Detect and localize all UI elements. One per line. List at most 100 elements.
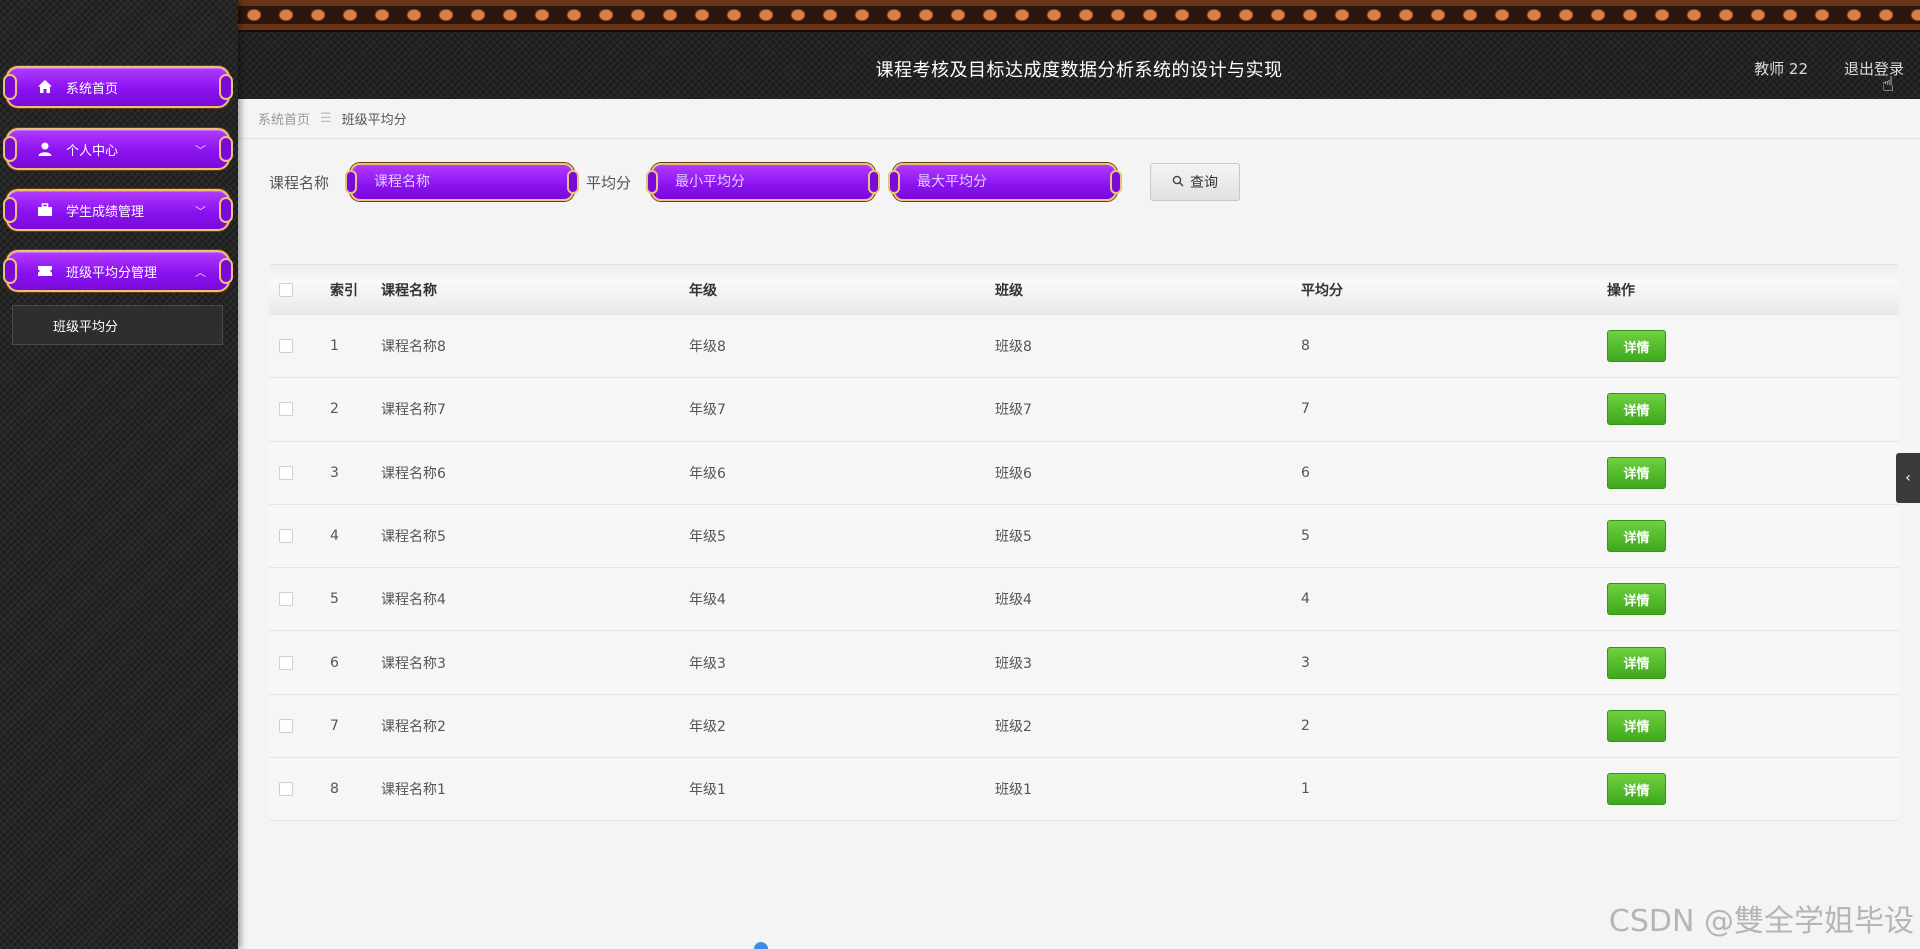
row-class: 班级4 xyxy=(995,592,1032,609)
watermark: CSDN @雙全学姐毕设 xyxy=(1608,904,1914,939)
row-course-name: 课程名称1 xyxy=(381,782,446,799)
row-course-name: 课程名称8 xyxy=(381,339,446,356)
row-course-name: 课程名称7 xyxy=(381,402,446,419)
table-row: 7 课程名称2 年级2 班级2 2 详情 xyxy=(269,693,1899,758)
row-average: 1 xyxy=(1301,781,1310,798)
chevron-left-icon: ‹ xyxy=(1905,470,1911,486)
table-row: 5 课程名称4 年级4 班级4 4 详情 xyxy=(269,567,1899,631)
row-average: 8 xyxy=(1301,338,1310,355)
row-grade: 年级6 xyxy=(689,465,726,482)
row-class: 班级8 xyxy=(995,339,1032,356)
table-row: 2 课程名称7 年级7 班级7 7 详情 xyxy=(269,377,1899,441)
search-button-label: 查询 xyxy=(1190,175,1218,191)
row-class: 班级3 xyxy=(995,655,1032,672)
sidebar: 系统首页 个人中心 ﹀ 学生成绩管理 ﹀ 班级平均分管理 ︿ 班级平均分 xyxy=(0,0,238,949)
sidebar-item-class-average-management[interactable]: 班级平均分管理 ︿ xyxy=(3,250,233,292)
row-course-name: 课程名称3 xyxy=(381,655,446,672)
min-average-input[interactable] xyxy=(651,163,875,201)
course-name-input[interactable] xyxy=(350,163,574,201)
row-checkbox[interactable] xyxy=(279,529,293,544)
row-index: 8 xyxy=(330,781,339,798)
course-name-label: 课程名称 xyxy=(269,174,330,192)
detail-button[interactable]: 详情 xyxy=(1607,773,1666,806)
row-average: 7 xyxy=(1301,401,1310,418)
row-grade: 年级2 xyxy=(689,718,726,735)
row-average: 6 xyxy=(1301,464,1310,481)
table-row: 1 课程名称8 年级8 班级8 8 详情 xyxy=(269,314,1899,378)
sidebar-item-label: 个人中心 xyxy=(66,143,119,159)
detail-button[interactable]: 详情 xyxy=(1607,646,1666,679)
row-checkbox[interactable] xyxy=(279,782,293,797)
table-header: 索引 课程名称 年级 班级 平均分 操作 xyxy=(269,264,1899,314)
row-course-name: 课程名称4 xyxy=(381,592,446,609)
row-class: 班级1 xyxy=(995,782,1032,799)
row-grade: 年级5 xyxy=(689,529,726,546)
sidebar-item-label: 班级平均分管理 xyxy=(66,265,158,281)
row-course-name: 课程名称5 xyxy=(381,529,446,546)
detail-button[interactable]: 详情 xyxy=(1607,456,1666,489)
detail-button[interactable]: 详情 xyxy=(1607,330,1666,363)
sidebar-item-label: 学生成绩管理 xyxy=(66,204,145,220)
decorative-border xyxy=(238,0,1920,32)
header-operation: 操作 xyxy=(1607,282,1635,299)
average-score-label: 平均分 xyxy=(586,174,632,192)
detail-button[interactable]: 详情 xyxy=(1607,709,1666,742)
row-checkbox[interactable] xyxy=(279,339,293,354)
detail-button[interactable]: 详情 xyxy=(1607,393,1666,426)
breadcrumb-current: 班级平均分 xyxy=(341,113,407,128)
sidebar-subitem-label: 班级平均分 xyxy=(53,319,119,335)
row-class: 班级6 xyxy=(995,465,1032,482)
briefcase-icon xyxy=(36,201,54,219)
sidebar-item-personal-center[interactable]: 个人中心 ﹀ xyxy=(3,128,233,170)
chevron-down-icon: ﹀ xyxy=(195,144,206,157)
panel-toggle-button[interactable]: ‹ xyxy=(1896,453,1920,503)
row-average: 3 xyxy=(1301,654,1310,671)
row-checkbox[interactable] xyxy=(279,592,293,607)
row-index: 7 xyxy=(330,717,339,734)
search-button[interactable]: 查询 xyxy=(1150,163,1240,201)
header-index: 索引 xyxy=(330,282,358,299)
row-index: 2 xyxy=(330,401,339,418)
logout-link[interactable]: 退出登录 xyxy=(1844,58,1904,79)
sidebar-subitem-class-average[interactable]: 班级平均分 xyxy=(12,305,223,345)
row-checkbox[interactable] xyxy=(279,655,293,670)
table-row: 8 课程名称1 年级1 班级1 1 详情 xyxy=(269,757,1899,821)
row-checkbox[interactable] xyxy=(279,718,293,733)
row-grade: 年级3 xyxy=(689,655,726,672)
row-index: 5 xyxy=(330,591,339,608)
row-checkbox[interactable] xyxy=(279,465,293,480)
row-class: 班级7 xyxy=(995,402,1032,419)
chevron-up-icon: ︿ xyxy=(195,266,206,279)
sidebar-item-label: 系统首页 xyxy=(66,81,119,97)
row-index: 4 xyxy=(330,528,339,545)
scroll-indicator xyxy=(754,942,768,949)
row-average: 4 xyxy=(1301,591,1310,608)
detail-button[interactable]: 详情 xyxy=(1607,520,1666,553)
row-index: 1 xyxy=(330,338,339,355)
sidebar-item-home[interactable]: 系统首页 xyxy=(3,66,233,108)
header-average: 平均分 xyxy=(1301,282,1343,299)
row-checkbox[interactable] xyxy=(279,402,293,417)
detail-button[interactable]: 详情 xyxy=(1607,583,1666,616)
page-title: 课程考核及目标达成度数据分析系统的设计与实现 xyxy=(875,60,1283,81)
table-row: 6 课程名称3 年级3 班级3 3 详情 xyxy=(269,630,1899,694)
breadcrumb-separator-icon: ☰ xyxy=(320,111,332,126)
select-all-checkbox[interactable] xyxy=(279,282,293,297)
row-course-name: 课程名称2 xyxy=(381,718,446,735)
row-grade: 年级4 xyxy=(689,592,726,609)
row-class: 班级5 xyxy=(995,529,1032,546)
ticket-icon xyxy=(36,262,54,280)
breadcrumb-home[interactable]: 系统首页 xyxy=(258,109,310,128)
row-average: 5 xyxy=(1301,528,1310,545)
sidebar-item-score-management[interactable]: 学生成绩管理 ﹀ xyxy=(3,189,233,231)
table-row: 3 课程名称6 年级6 班级6 6 详情 xyxy=(269,440,1899,504)
max-average-input[interactable] xyxy=(893,163,1117,201)
chevron-down-icon: ﹀ xyxy=(195,205,206,218)
row-grade: 年级1 xyxy=(689,782,726,799)
row-average: 2 xyxy=(1301,717,1310,734)
header-course-name: 课程名称 xyxy=(381,282,437,299)
current-user: 教师 22 xyxy=(1754,60,1808,78)
row-course-name: 课程名称6 xyxy=(381,465,446,482)
header-class: 班级 xyxy=(995,282,1023,299)
home-icon xyxy=(36,78,54,96)
